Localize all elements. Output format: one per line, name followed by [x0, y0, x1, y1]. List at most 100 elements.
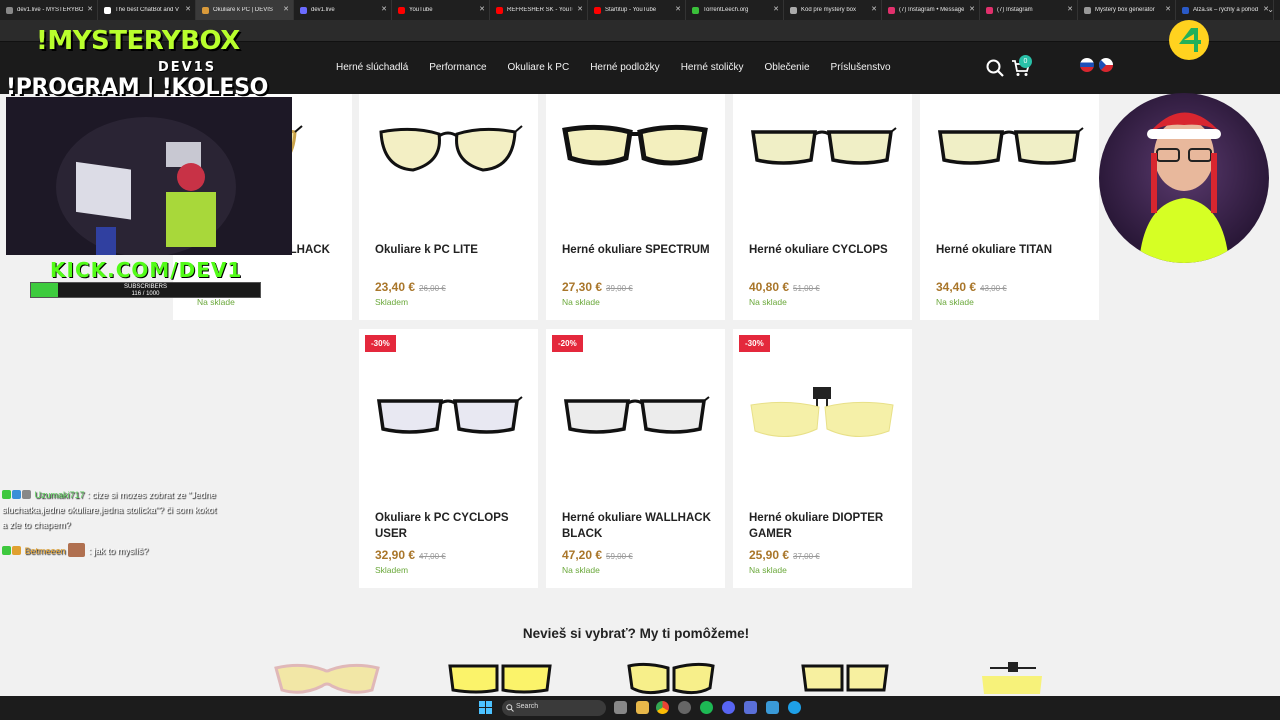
browser-tab[interactable]: (7) Instagram • Message ✕ [882, 0, 980, 20]
category-glasses-thumb[interactable] [800, 660, 890, 696]
product-name[interactable]: Okuliare k PC LITE [375, 242, 535, 258]
product-image[interactable] [920, 94, 1099, 224]
discord-icon[interactable] [722, 701, 735, 714]
product-card[interactable]: Herné okuliare CYCLOPS 40,80 €51,00 € Na s… [733, 94, 912, 320]
chat-text: : jak to myslíš? [88, 546, 149, 556]
windows-start-icon[interactable] [479, 701, 492, 714]
subscriber-goal-count: 116 / 1000 [131, 291, 160, 297]
product-card[interactable]: Okuliare k PC LITE 23,40 €26,00 € Skladem [359, 94, 538, 320]
task-view-icon[interactable] [614, 701, 627, 714]
browser-tab[interactable]: Okuliare k PC | DEVIS ✕ [196, 0, 294, 20]
stream-logo-text: DEV1S [158, 60, 217, 75]
browser-tab[interactable]: Startitup - YouTube ✕ [588, 0, 686, 20]
stock-status: Skladem [375, 565, 409, 575]
tab-title: dev1.live - MYSTERYBOX [17, 7, 83, 13]
chrome-icon[interactable] [656, 701, 669, 714]
search-icon[interactable] [986, 59, 1004, 77]
badge-icon [12, 546, 21, 555]
tab-close-icon[interactable]: ✕ [381, 5, 387, 13]
tab-close-icon[interactable]: ✕ [969, 5, 975, 13]
product-price: 47,20 €59,00 € [562, 548, 633, 562]
tab-close-icon[interactable]: ✕ [871, 5, 877, 13]
category-glasses-thumb[interactable] [626, 660, 716, 696]
product-card[interactable]: Herné okuliare SPECTRUM 27,30 €39,00 € Na … [546, 94, 725, 320]
discount-badge: -20% [552, 335, 583, 352]
cart-count-badge: 0 [1019, 55, 1032, 68]
browser-tab[interactable]: TorrentLeech.org ✕ [686, 0, 784, 20]
stock-status: Na sklade [936, 297, 974, 307]
nav-item-clothing[interactable]: Oblečenie [765, 62, 810, 73]
product-image[interactable] [733, 94, 912, 224]
browser-tab[interactable]: REFRESHER SK - YouTub ✕ [490, 0, 588, 20]
product-name[interactable]: Herné okuliare DIOPTER GAMER [749, 510, 909, 542]
tab-title: YouTube [409, 7, 433, 13]
old-price: 51,00 € [793, 284, 820, 293]
product-name[interactable]: Herné okuliare TITAN [936, 242, 1096, 258]
flag-cz-icon[interactable] [1099, 58, 1113, 72]
category-glasses-thumb[interactable] [272, 660, 382, 696]
tab-close-icon[interactable]: ✕ [283, 5, 289, 13]
product-image[interactable] [546, 94, 725, 224]
tab-favicon-icon [104, 6, 111, 14]
browser-tab[interactable]: dev1.live - MYSTERYBOX ✕ [0, 0, 98, 20]
tab-title: Okuliare k PC | DEVIS [213, 7, 273, 13]
emote-icon [68, 543, 86, 557]
product-price: 25,90 €37,00 € [749, 548, 820, 562]
tab-close-icon[interactable]: ✕ [577, 5, 583, 13]
tab-favicon-icon [594, 6, 601, 14]
tab-close-icon[interactable]: ✕ [773, 5, 779, 13]
tab-close-icon[interactable]: ✕ [1067, 5, 1073, 13]
tab-close-icon[interactable]: ✕ [87, 5, 93, 13]
browser-tab[interactable]: The best ChatBot and V ✕ [98, 0, 196, 20]
browser-tab[interactable]: YouTube ✕ [392, 0, 490, 20]
tab-close-icon[interactable]: ✕ [185, 5, 191, 13]
browser-tab[interactable]: (7) Instagram ✕ [980, 0, 1078, 20]
windows-taskbar: Search [0, 696, 1280, 720]
nav-item-performance[interactable]: Performance [429, 62, 486, 73]
stock-status: Na sklade [562, 297, 600, 307]
tab-title: TorrentLeech.org [703, 7, 749, 13]
settings-icon[interactable] [678, 701, 691, 714]
flag-sk-icon[interactable] [1080, 58, 1094, 72]
edge-icon[interactable] [788, 701, 801, 714]
current-price: 47,20 € [562, 548, 603, 562]
product-card[interactable]: Herné okuliare TITAN 34,40 €43,00 € Na skl… [920, 94, 1099, 320]
product-name[interactable]: Herné okuliare SPECTRUM [562, 242, 722, 258]
category-glasses-thumb[interactable] [980, 660, 1046, 696]
browser-tab[interactable]: Kód pre mystery box ✕ [784, 0, 882, 20]
chat-message: Betmeeen : jak to myslíš? [2, 543, 148, 559]
browser-tab[interactable]: Alza.sk – rýchly a pohod ✕ [1176, 0, 1274, 20]
browser-tab[interactable]: dev1.live ✕ [294, 0, 392, 20]
app-icon[interactable] [744, 701, 757, 714]
product-name[interactable]: Okuliare k PC CYCLOPS USER [375, 510, 535, 542]
subscriber-goal-label: SUBSCRIBERS [123, 284, 167, 290]
category-glasses-thumb[interactable] [447, 660, 553, 696]
tab-title: Alza.sk – rýchly a pohod [1193, 7, 1259, 13]
app-icon[interactable] [766, 701, 779, 714]
nav-item-pc-glasses[interactable]: Okuliare k PC [508, 62, 570, 73]
tab-close-icon[interactable]: ✕ [1165, 5, 1171, 13]
tab-close-icon[interactable]: ✕ [479, 5, 485, 13]
product-price: 32,90 €47,00 € [375, 548, 446, 562]
product-image[interactable] [359, 94, 538, 224]
nav-item-accessories[interactable]: Príslušenstvo [831, 62, 891, 73]
chat-message: Uzumaki717 : cize si mozes zobrat ze "Je… [2, 488, 217, 533]
chat-username: Betmeeen [24, 546, 66, 556]
product-card[interactable]: -20% Herné okuliare WALLHACK BLACK 47,20 €… [546, 329, 725, 588]
product-card[interactable]: -30% Herné okuliare DIOPTER GAMER 25,90 €3… [733, 329, 912, 588]
glasses-product-image [379, 125, 523, 172]
spotify-icon[interactable] [700, 701, 713, 714]
taskbar-search[interactable]: Search [502, 700, 606, 716]
file-explorer-icon[interactable] [636, 701, 649, 714]
nav-item-mousepads[interactable]: Herné podložky [590, 62, 659, 73]
product-name[interactable]: Herné okuliare WALLHACK BLACK [562, 510, 722, 542]
nav-item-headphones[interactable]: Herné slúchadlá [336, 62, 408, 73]
old-price: 39,00 € [606, 284, 633, 293]
tab-list-chevron-icon[interactable]: ⌄ [1267, 5, 1274, 14]
product-name[interactable]: Herné okuliare CYCLOPS [749, 242, 909, 258]
tab-close-icon[interactable]: ✕ [675, 5, 681, 13]
product-card[interactable]: -30% Okuliare k PC CYCLOPS USER 32,90 €47,… [359, 329, 538, 588]
browser-tab[interactable]: Mystery box generator ✕ [1078, 0, 1176, 20]
tab-favicon-icon [202, 6, 209, 14]
nav-item-chairs[interactable]: Herné stoličky [681, 62, 744, 73]
